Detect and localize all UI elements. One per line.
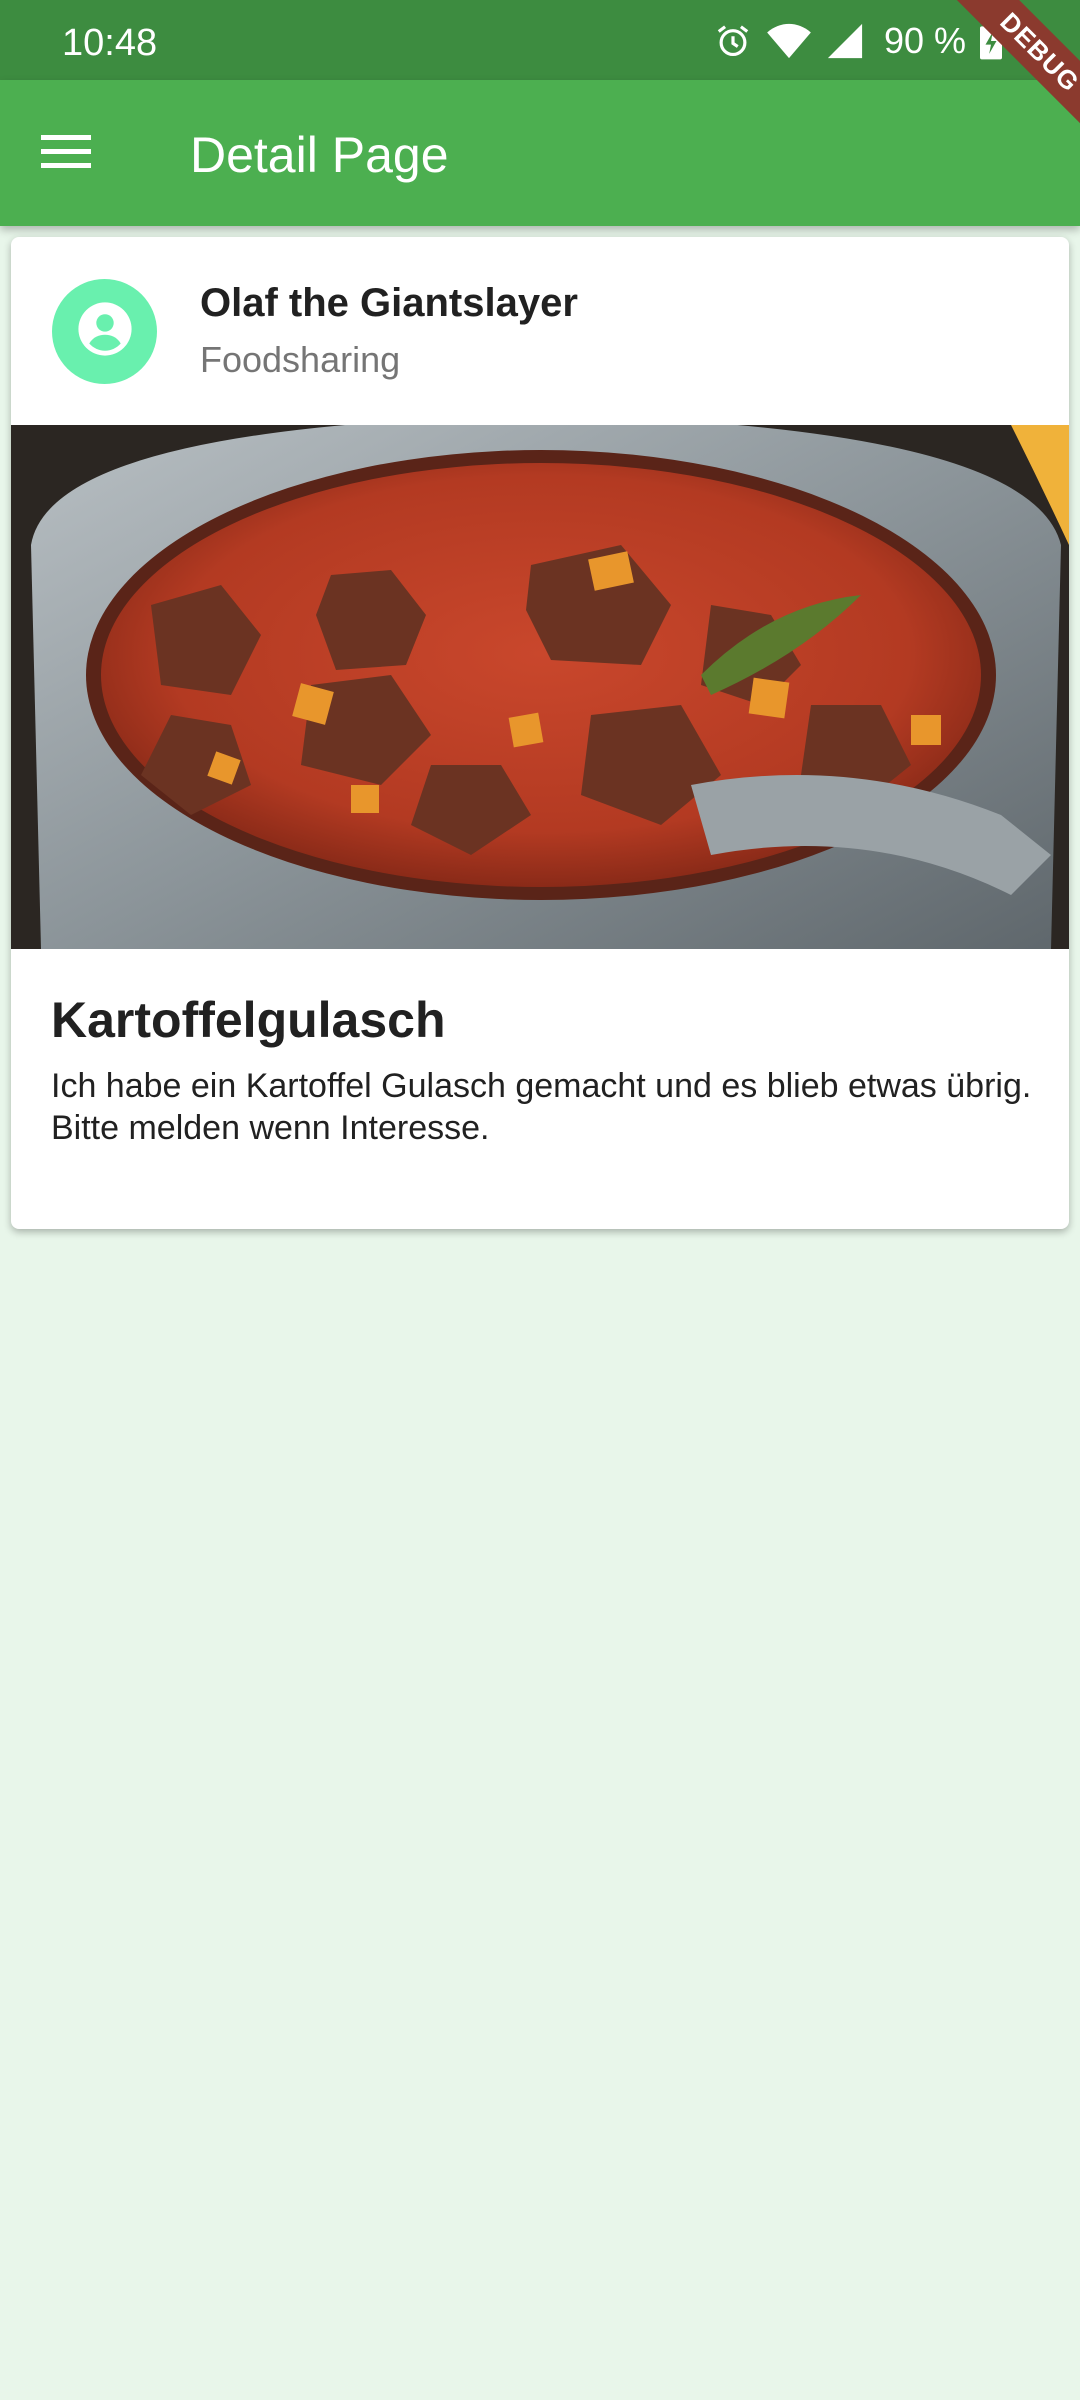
status-bar: 10:48 90 % bbox=[0, 0, 1080, 80]
account-circle-icon bbox=[76, 300, 134, 363]
page-title: Detail Page bbox=[190, 127, 449, 183]
avatar bbox=[52, 279, 157, 384]
food-description: Ich habe ein Kartoffel Gulasch gemacht u… bbox=[51, 1067, 1032, 1147]
food-card[interactable]: Olaf the Giantslayer Foodsharing Kartoff… bbox=[11, 237, 1069, 1229]
alarm-icon bbox=[714, 22, 752, 60]
signal-icon bbox=[826, 22, 864, 60]
card-header: Olaf the Giantslayer Foodsharing bbox=[11, 237, 1069, 425]
menu-icon bbox=[41, 133, 91, 174]
user-name: Olaf the Giantslayer bbox=[200, 281, 578, 325]
card-body: Kartoffelgulasch Ich habe ein Kartoffel … bbox=[11, 949, 1069, 1229]
status-time: 10:48 bbox=[62, 22, 158, 64]
debug-banner: DEBUG bbox=[920, 0, 1080, 160]
wifi-icon bbox=[766, 22, 812, 60]
menu-button[interactable] bbox=[24, 111, 108, 195]
app-bar: Detail Page bbox=[0, 80, 1080, 226]
debug-banner-label: DEBUG bbox=[920, 0, 1080, 160]
user-subtitle: Foodsharing bbox=[200, 339, 401, 380]
food-title: Kartoffelgulasch bbox=[51, 992, 446, 1048]
food-image bbox=[11, 425, 1069, 949]
